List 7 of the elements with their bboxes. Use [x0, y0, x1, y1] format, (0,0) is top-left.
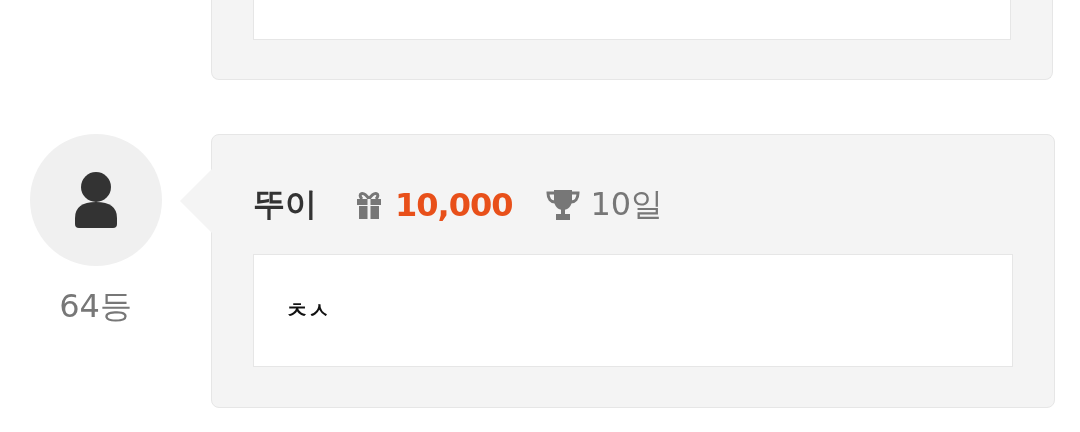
rank-label: 64등 [59, 286, 132, 326]
trophy-icon [546, 188, 581, 221]
gift-amount: 10,000 [395, 185, 513, 224]
user-name: 뚜이 [253, 183, 317, 225]
person-icon [72, 172, 119, 228]
comment-text: ㅊㅅ [286, 296, 330, 325]
days-label: 10일 [590, 183, 664, 225]
